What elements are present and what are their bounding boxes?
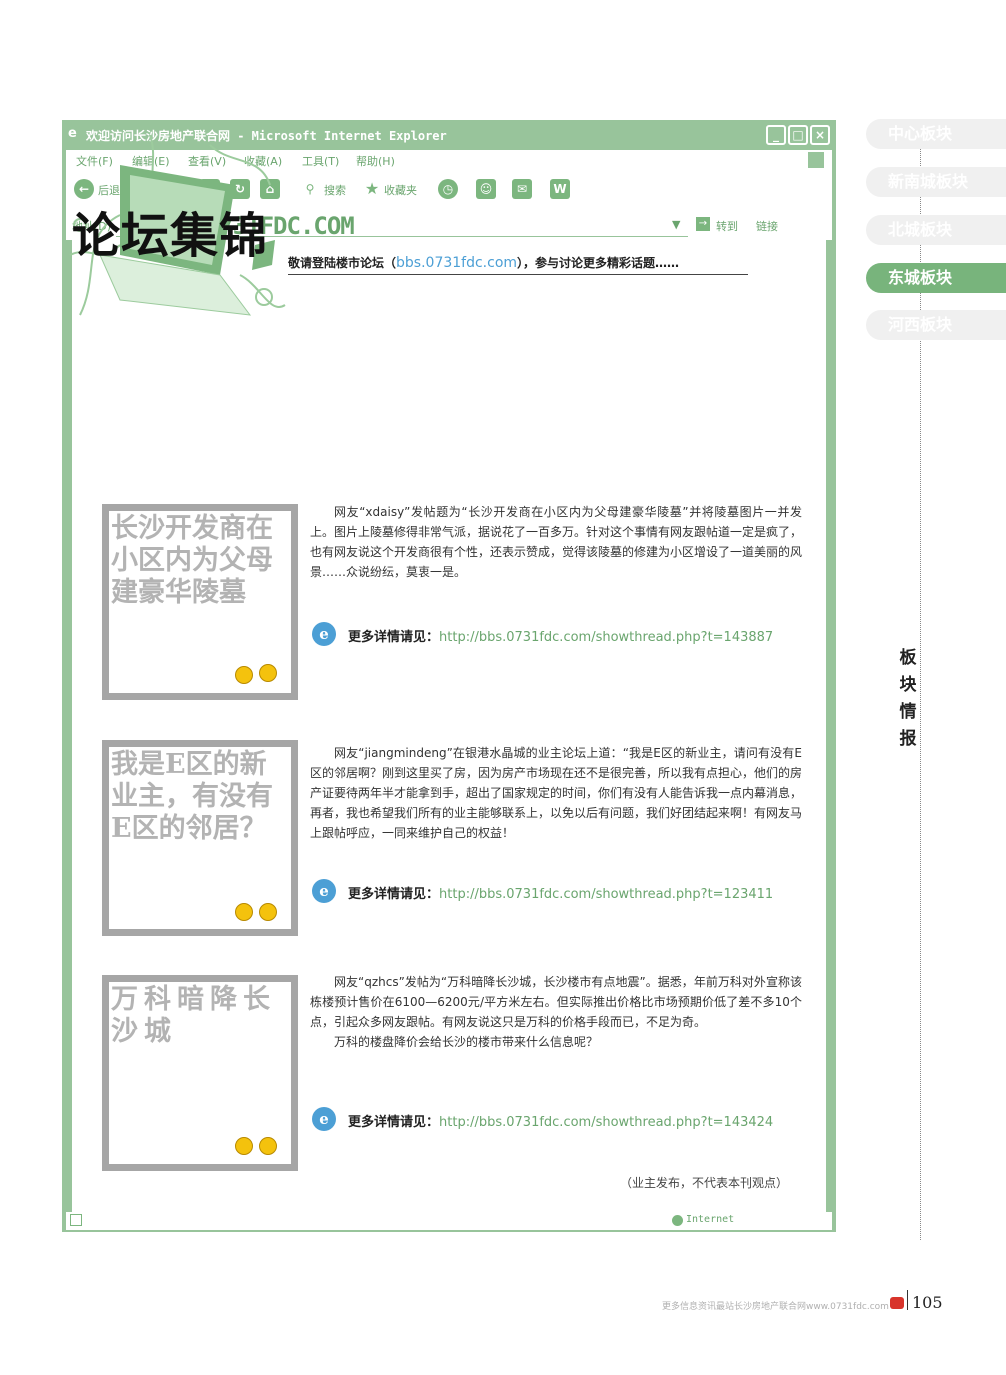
ie-link-icon: e bbox=[312, 622, 336, 646]
more-info-url[interactable]: http://bbs.0731fdc.com/showthread.php?t=… bbox=[439, 1115, 773, 1130]
post-box-title: 万科暗降长沙城 bbox=[111, 984, 276, 1047]
word-icon[interactable]: W bbox=[550, 179, 570, 199]
more-info-text: 更多详情请见： bbox=[348, 630, 440, 645]
more-info-url[interactable]: http://bbs.0731fdc.com/showthread.php?t=… bbox=[439, 630, 773, 645]
more-info-text: 更多详情请见： bbox=[348, 887, 440, 902]
disclaimer: （业主发布，不代表本刊观点） bbox=[620, 1176, 789, 1190]
ie-link-icon: e bbox=[312, 879, 336, 903]
post-paragraph: 万科的楼盘降价会给长沙的楼市带来什么信息呢？ bbox=[334, 1035, 599, 1049]
maximize-button[interactable]: □ bbox=[788, 125, 808, 145]
menu-help[interactable]: 帮助(H) bbox=[356, 153, 395, 169]
post-body: 网友“jiangmindeng”在银港水晶城的业主论坛上道：“我是E区的新业主，… bbox=[310, 743, 802, 843]
more-info-row: e 更多详情请见：http://bbs.0731fdc.com/showthre… bbox=[312, 622, 802, 650]
post-body: 网友“xdaisy”发帖题为“长沙开发商在小区内为父母建豪华陵墓”并将陵墓图片一… bbox=[310, 502, 802, 582]
internet-globe-icon bbox=[672, 1215, 683, 1226]
side-tab-north[interactable]: 北城板块 bbox=[866, 215, 1006, 245]
post-body: 网友“qzhcs”发帖为“万科暗降长沙城，长沙楼市有点地震”。据悉，年前万科对外… bbox=[310, 972, 802, 1052]
links-button[interactable]: 链接 bbox=[756, 218, 778, 234]
more-info-label: 更多详情请见：http://bbs.0731fdc.com/showthread… bbox=[348, 1111, 773, 1130]
subtitle-suffix: ），参与讨论更多精彩话题…… bbox=[517, 256, 680, 270]
address-dropdown-icon[interactable]: ▼ bbox=[672, 218, 680, 231]
smiley-icon bbox=[259, 903, 277, 921]
favorites-star-icon[interactable]: ★ bbox=[362, 179, 382, 199]
forum-subtitle: 敬请登陆楼市论坛（bbs.0731fdc.com），参与讨论更多精彩话题…… bbox=[288, 254, 679, 271]
go-arrow-icon[interactable]: → bbox=[696, 217, 710, 231]
site-logo-icon bbox=[890, 1297, 904, 1309]
favorites-button[interactable]: 收藏夹 bbox=[384, 182, 417, 198]
post-title-box: 万科暗降长沙城 bbox=[102, 975, 298, 1171]
section-vertical-label: 板块情报 bbox=[897, 645, 919, 753]
smiley-icon bbox=[235, 903, 253, 921]
smiley-icon bbox=[259, 1137, 277, 1155]
more-info-url[interactable]: http://bbs.0731fdc.com/showthread.php?t=… bbox=[439, 887, 773, 902]
go-button[interactable]: 转到 bbox=[716, 218, 738, 234]
ie-link-icon: e bbox=[312, 1107, 336, 1131]
windows-flag-icon bbox=[808, 152, 824, 168]
more-info-row: e 更多详情请见：http://bbs.0731fdc.com/showthre… bbox=[312, 879, 802, 907]
post-paragraph: 网友“jiangmindeng”在银港水晶城的业主论坛上道：“我是E区的新业主，… bbox=[310, 746, 803, 840]
post-paragraph: 网友“xdaisy”发帖题为“长沙开发商在小区内为父母建豪华陵墓”并将陵墓图片一… bbox=[310, 505, 803, 579]
post-box-title: 我是E区的新业主，有没有E区的邻居？ bbox=[111, 749, 273, 844]
history-icon[interactable]: ◷ bbox=[438, 179, 458, 199]
more-info-row: e 更多详情请见：http://bbs.0731fdc.com/showthre… bbox=[312, 1107, 802, 1135]
page-number: 105 bbox=[912, 1293, 943, 1312]
status-zone: Internet bbox=[686, 1214, 735, 1225]
post-paragraph: 网友“qzhcs”发帖为“万科暗降长沙城，长沙楼市有点地震”。据悉，年前万科对外… bbox=[310, 975, 802, 1029]
smiley-icon bbox=[235, 666, 253, 684]
smiley-icon bbox=[259, 664, 277, 682]
mail-icon[interactable]: ✉ bbox=[512, 179, 532, 199]
more-info-label: 更多详情请见：http://bbs.0731fdc.com/showthread… bbox=[348, 626, 773, 645]
side-tab-east[interactable]: 东城板块 bbox=[866, 263, 1006, 293]
menu-tools[interactable]: 工具(T) bbox=[302, 153, 339, 169]
more-info-text: 更多详情请见： bbox=[348, 1115, 440, 1130]
footer-text: 更多信息资讯最站长沙房地产联合网www.0731fdc.com bbox=[662, 1302, 889, 1312]
close-button[interactable]: × bbox=[810, 125, 830, 145]
post-title-box: 长沙开发商在小区内为父母建豪华陵墓 bbox=[102, 504, 298, 700]
side-tab-hexi[interactable]: 河西板块 bbox=[866, 310, 1006, 340]
minimize-button[interactable]: _ bbox=[766, 125, 786, 145]
more-info-label: 更多详情请见：http://bbs.0731fdc.com/showthread… bbox=[348, 883, 773, 902]
status-bar: Internet bbox=[66, 1212, 832, 1230]
forum-title: 论坛集锦 bbox=[72, 208, 269, 264]
side-tab-new-south[interactable]: 新南城板块 bbox=[866, 167, 1006, 197]
messenger-icon[interactable]: ☺ bbox=[476, 179, 496, 199]
search-icon[interactable]: ⚲ bbox=[300, 179, 320, 199]
footer-separator bbox=[907, 1290, 908, 1310]
side-tab-center[interactable]: 中心板块 bbox=[866, 119, 1006, 149]
post-box-title: 长沙开发商在小区内为父母建豪华陵墓 bbox=[111, 513, 273, 608]
post-title-box: 我是E区的新业主，有没有E区的邻居？ bbox=[102, 740, 298, 936]
subtitle-underline bbox=[288, 274, 748, 275]
status-page-icon bbox=[70, 1214, 82, 1226]
forum-url[interactable]: bbs.0731fdc.com bbox=[396, 255, 517, 271]
search-button[interactable]: 搜索 bbox=[324, 182, 346, 198]
subtitle-prefix: 敬请登陆楼市论坛（ bbox=[288, 256, 397, 270]
smiley-icon bbox=[235, 1137, 253, 1155]
